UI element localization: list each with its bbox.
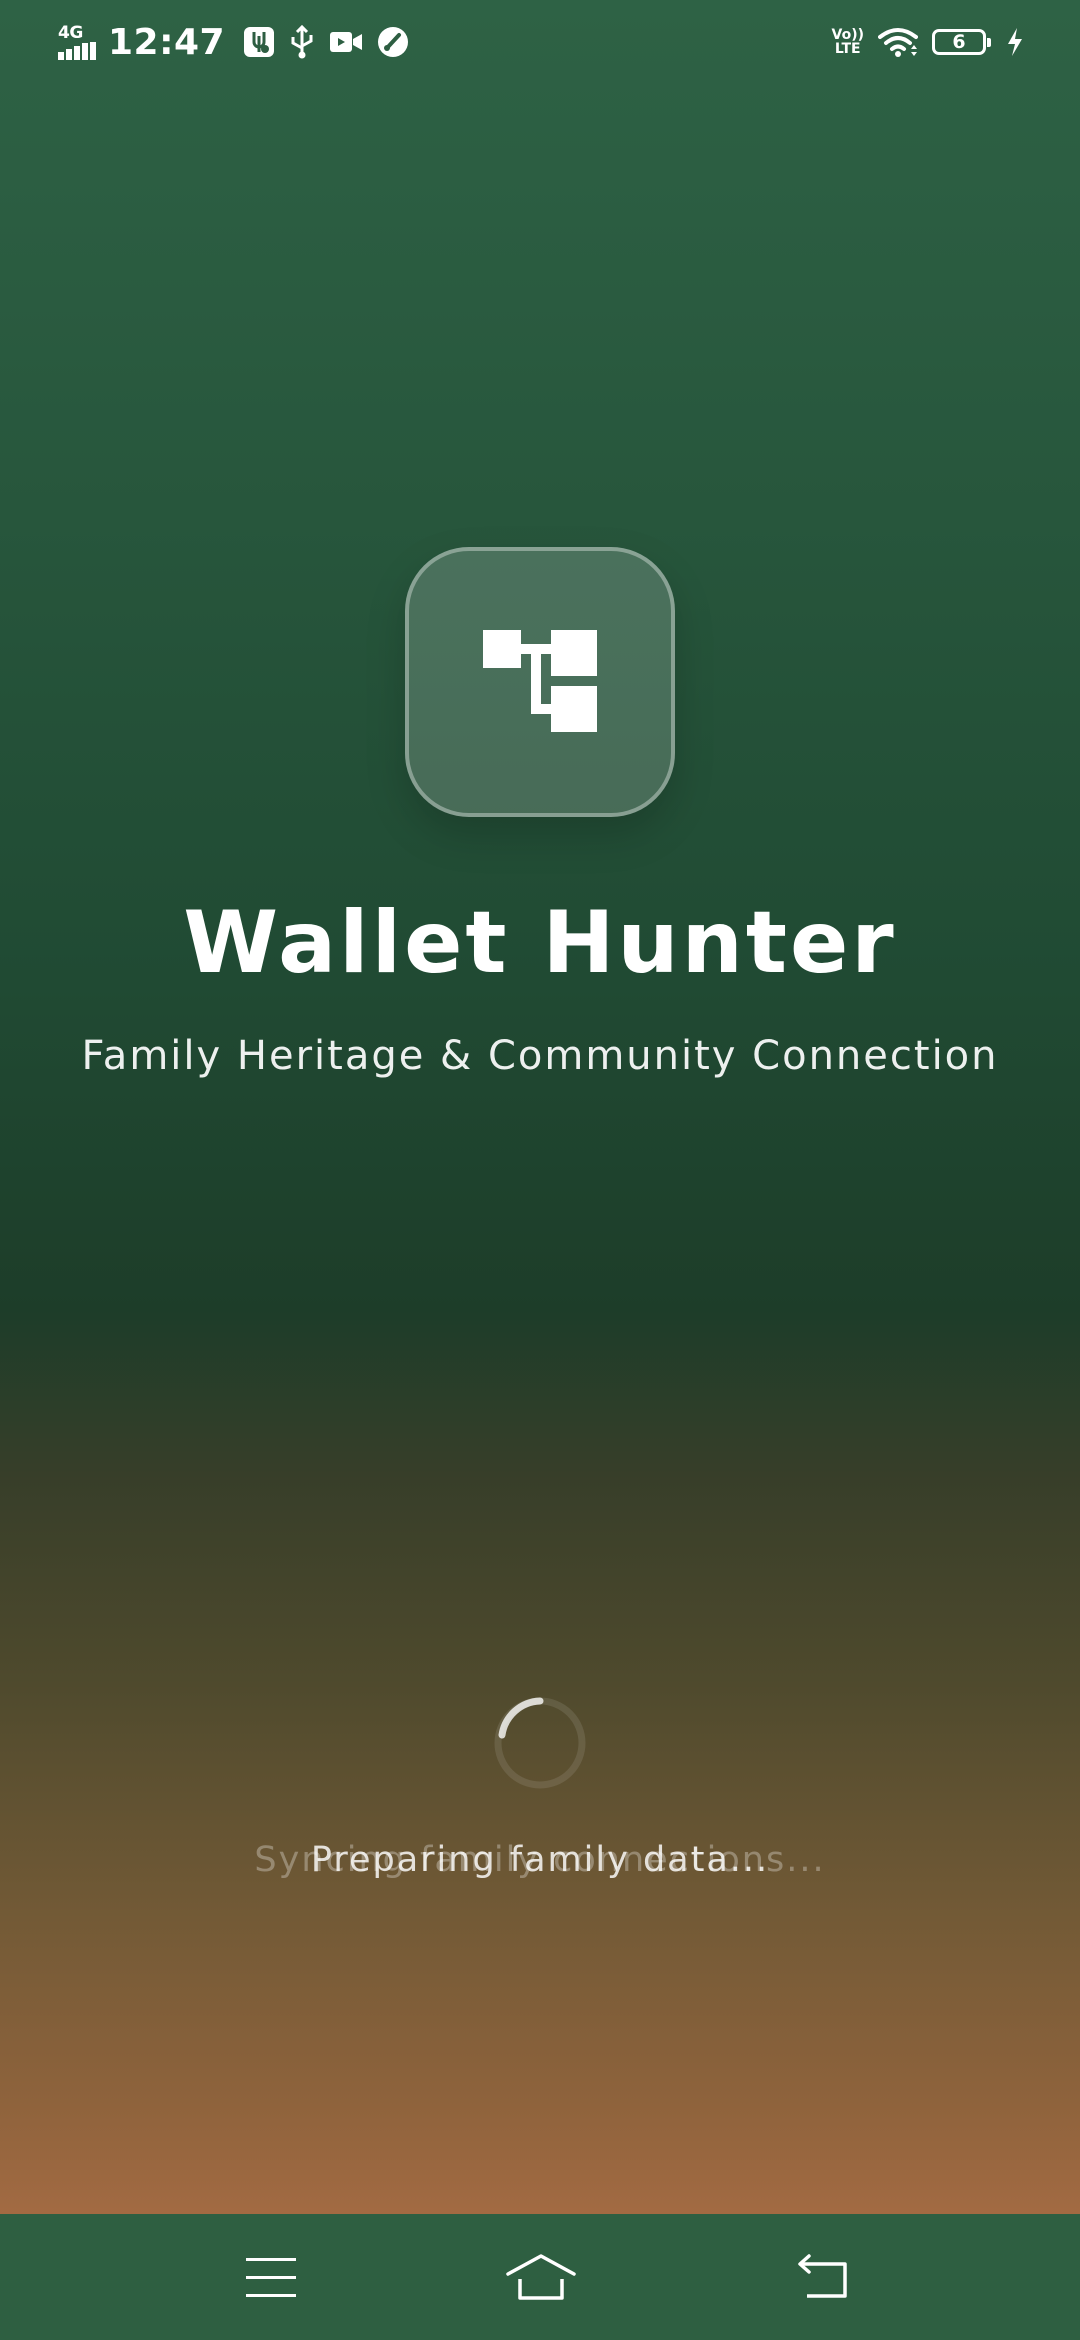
- app-title: Wallet Hunter: [183, 893, 897, 993]
- status-bar-left: 4G 12:47: [58, 18, 423, 66]
- loading-message-current: Preparing family data...: [310, 1840, 770, 1880]
- signal-icon: 4G: [58, 24, 96, 60]
- speedometer-icon: [377, 26, 409, 58]
- usb-debug-icon: [243, 26, 275, 58]
- usb-icon: [289, 25, 315, 59]
- volte-icon: Vo)) LTE: [832, 28, 864, 56]
- volte-top-label: Vo)): [831, 27, 864, 43]
- loading-spinner: [494, 1697, 586, 1789]
- status-bar: 4G 12:47 Vo)) LTE 6: [0, 0, 1080, 84]
- volte-bottom-label: LTE: [834, 41, 861, 57]
- network-type-label: 4G: [58, 23, 83, 43]
- family-tree-icon: [483, 630, 597, 732]
- app-logo-card: [405, 547, 675, 817]
- home-button[interactable]: [496, 2241, 586, 2313]
- menu-button[interactable]: [226, 2241, 316, 2313]
- video-record-icon: [329, 30, 363, 54]
- navigation-bar: [0, 2214, 1080, 2340]
- back-button[interactable]: [778, 2241, 868, 2313]
- loading-messages: Syncing family connections... Preparing …: [0, 1836, 1080, 1886]
- charging-icon: [1006, 27, 1024, 57]
- back-icon: [798, 2254, 847, 2298]
- clock: 12:47: [108, 21, 226, 63]
- wifi-icon: [878, 27, 918, 57]
- battery-level: 6: [952, 30, 966, 53]
- home-icon: [506, 2254, 576, 2300]
- battery-icon: 6: [932, 29, 991, 55]
- menu-icon: [246, 2258, 296, 2297]
- app-subtitle: Family Heritage & Community Connection: [81, 1033, 999, 1079]
- status-bar-right: Vo)) LTE 6: [832, 18, 1024, 66]
